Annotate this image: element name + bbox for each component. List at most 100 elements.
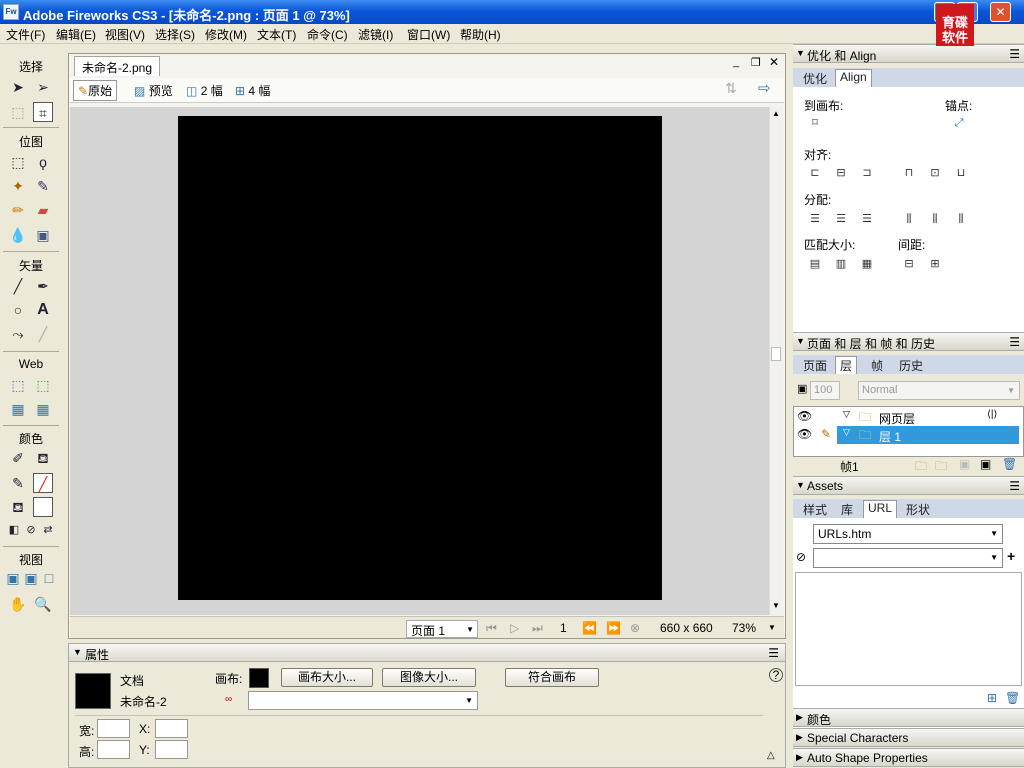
tab-optimize[interactable]: 优化: [803, 70, 827, 87]
trash-icon[interactable]: 🗑: [1002, 457, 1017, 471]
menu-file[interactable]: 文件(F): [6, 26, 45, 43]
scroll-thumb[interactable]: [771, 347, 781, 361]
vertical-scrollbar[interactable]: ▲ ▼: [769, 107, 783, 615]
pencil-tool-icon[interactable]: ✏: [8, 200, 28, 220]
knife-tool-icon[interactable]: ╱: [33, 324, 53, 344]
eraser-tool-icon[interactable]: ▰: [33, 200, 53, 220]
distribute-right-icon[interactable]: ⫼: [953, 212, 969, 226]
view-preview-button[interactable]: ▨ 预览: [134, 82, 173, 99]
help-icon[interactable]: ?: [769, 668, 783, 682]
auto-shape-panel-header[interactable]: ▶ Auto Shape Properties: [793, 748, 1024, 767]
opacity-field[interactable]: 100: [810, 381, 840, 400]
match-width-icon[interactable]: ▤: [807, 257, 823, 271]
menu-view[interactable]: 视图(V): [105, 26, 145, 43]
panel-options-icon[interactable]: ☰: [1009, 479, 1020, 493]
add-url-icon[interactable]: +: [1007, 548, 1015, 564]
zoom-tool-icon[interactable]: 🔍: [33, 594, 53, 614]
tab-library[interactable]: 库: [841, 501, 853, 518]
swap-colors-icon[interactable]: ⇄: [38, 520, 58, 540]
url-library-select[interactable]: URLs.htm ▼: [813, 524, 1003, 544]
document-tab[interactable]: 未命名-2.png: [74, 56, 161, 76]
layer-row-web[interactable]: 👁 ▽ 🗀 网页层 ⟨|⟩: [795, 408, 1019, 426]
menu-help[interactable]: 帮助(H): [460, 26, 501, 43]
expand-panel-icon[interactable]: △: [767, 750, 775, 761]
menu-window[interactable]: 窗口(W): [407, 26, 450, 43]
menu-text[interactable]: 文本(T): [257, 26, 296, 43]
new-url-icon[interactable]: ⊞: [987, 691, 997, 705]
properties-header[interactable]: ▼ 属性 ☰: [69, 644, 785, 662]
eyedropper-tool-icon[interactable]: ✐: [8, 448, 28, 468]
line-tool-icon[interactable]: ╱: [8, 276, 28, 296]
canvas-color-swatch[interactable]: [249, 668, 269, 688]
pen-tool-icon[interactable]: ✒: [33, 276, 53, 296]
tab-layers[interactable]: 层: [835, 356, 858, 374]
next-frame-icon[interactable]: ⏩: [606, 621, 621, 635]
tab-frames[interactable]: 帧: [871, 357, 883, 374]
lasso-tool-icon[interactable]: ϙ: [33, 152, 53, 172]
fit-canvas-button[interactable]: 符合画布: [505, 668, 599, 687]
standard-screen-icon[interactable]: ▣: [3, 568, 23, 588]
canvas[interactable]: [178, 116, 662, 600]
eye-icon[interactable]: 👁: [797, 427, 812, 441]
last-frame-icon[interactable]: ⏭: [532, 621, 543, 636]
first-frame-icon[interactable]: ⏮: [486, 621, 497, 636]
stop-icon[interactable]: ⊗: [630, 621, 640, 635]
full-screen-icon[interactable]: □: [39, 568, 59, 588]
distribute-bottom-icon[interactable]: ☰: [859, 212, 875, 226]
distribute-hcenter-icon[interactable]: ⫼: [927, 212, 943, 226]
anchor-icon[interactable]: ⤢: [951, 116, 967, 130]
assets-panel-header[interactable]: ▼ Assets ☰: [793, 476, 1024, 495]
close-button[interactable]: ✕: [990, 2, 1011, 22]
scroll-up-icon[interactable]: ▲: [772, 109, 780, 118]
doc-restore-icon[interactable]: ❐: [751, 56, 761, 69]
new-layer-icon[interactable]: 🗀: [935, 457, 947, 478]
hand-tool-icon[interactable]: ✋: [8, 594, 28, 614]
distribute-center-icon[interactable]: ☰: [833, 212, 849, 226]
blend-mode-select[interactable]: Normal ▼: [858, 381, 1020, 400]
view-original-button[interactable]: ✎原始: [73, 80, 118, 101]
menu-select[interactable]: 选择(S): [155, 26, 195, 43]
hide-slices-icon[interactable]: ▦: [8, 399, 28, 419]
tab-align[interactable]: Align: [835, 69, 872, 87]
y-field[interactable]: [155, 740, 188, 759]
canvas-area[interactable]: [70, 107, 770, 615]
tab-history[interactable]: 历史: [899, 357, 923, 374]
page-select[interactable]: 页面 1 ▼: [406, 620, 478, 638]
share-layer-icon[interactable]: ⟨|⟩: [987, 409, 997, 420]
slice-tool-icon[interactable]: ⬚: [33, 375, 53, 395]
blur-tool-icon[interactable]: 💧: [8, 225, 28, 245]
expand-triangle-icon[interactable]: ▽: [843, 427, 850, 438]
doc-minimize-icon[interactable]: _: [733, 56, 739, 68]
tab-shapes[interactable]: 形状: [906, 501, 930, 518]
freeform-tool-icon[interactable]: ⤳: [8, 324, 28, 344]
to-canvas-icon[interactable]: ⌑: [807, 116, 823, 130]
edit-pencil-icon[interactable]: ✎: [821, 427, 831, 441]
scale-tool-icon[interactable]: ⬚: [8, 102, 28, 122]
prev-frame-icon[interactable]: ⏪: [582, 621, 597, 635]
full-screen-menu-icon[interactable]: ▣: [21, 568, 41, 588]
crop-tool-icon[interactable]: ⌗: [33, 102, 53, 122]
hotspot-tool-icon[interactable]: ⬚: [8, 375, 28, 395]
pointer-tool-icon[interactable]: ➤: [8, 77, 28, 97]
align-center-h-icon[interactable]: ⊟: [833, 166, 849, 180]
space-vertical-icon[interactable]: ⊟: [901, 257, 917, 271]
x-field[interactable]: [155, 719, 188, 738]
align-center-v-icon[interactable]: ⊡: [927, 166, 943, 180]
quick-export-icon[interactable]: ⇨: [758, 79, 771, 97]
menu-filters[interactable]: 滤镜(I): [358, 26, 393, 43]
canvas-size-button[interactable]: 画布大小...: [281, 668, 373, 687]
zoom-level[interactable]: 73%: [732, 621, 756, 635]
rubber-stamp-icon[interactable]: ▣: [33, 225, 53, 245]
match-height-icon[interactable]: ▥: [833, 257, 849, 271]
stroke-swatch[interactable]: ╱: [33, 473, 53, 493]
canvas-dimensions[interactable]: 660 x 660: [660, 621, 713, 635]
magic-wand-icon[interactable]: ✦: [8, 176, 28, 196]
scroll-down-icon[interactable]: ▼: [772, 601, 780, 610]
tab-url[interactable]: URL: [863, 500, 898, 518]
layer-row-1[interactable]: 👁 ✎ ▽ 🗀 层 1: [795, 426, 1019, 444]
new-sub-layer-icon[interactable]: 🗀: [915, 457, 927, 478]
fill-color-icon[interactable]: ⛾: [8, 497, 28, 517]
tab-styles[interactable]: 样式: [803, 501, 827, 518]
text-tool-icon[interactable]: A: [33, 300, 53, 320]
menu-modify[interactable]: 修改(M): [205, 26, 247, 43]
